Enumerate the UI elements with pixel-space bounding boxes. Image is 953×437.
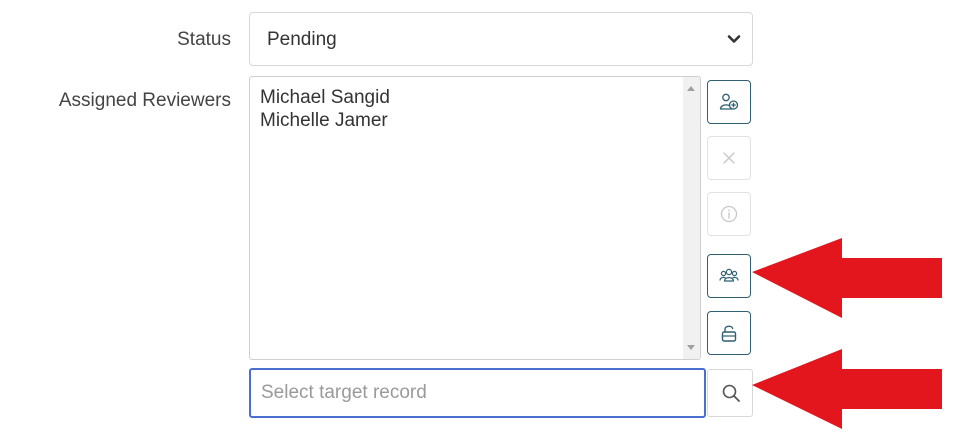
remove-reviewer-button[interactable] bbox=[707, 136, 751, 180]
reviewers-listbox[interactable]: Michael Sangid Michelle Jamer bbox=[249, 76, 701, 360]
target-record-search-input[interactable] bbox=[249, 368, 706, 418]
scroll-down-arrow-icon[interactable] bbox=[687, 345, 695, 350]
assigned-reviewers-label: Assigned Reviewers bbox=[58, 90, 231, 111]
annotation-arrow-icon bbox=[752, 238, 942, 318]
reviewer-option[interactable]: Michelle Jamer bbox=[260, 110, 388, 132]
annotation-arrow-icon bbox=[752, 349, 942, 429]
assign-group-button[interactable] bbox=[707, 254, 751, 298]
close-icon bbox=[723, 152, 735, 164]
status-label: Status bbox=[177, 29, 231, 50]
info-icon bbox=[720, 205, 738, 223]
status-select[interactable]: Pending bbox=[249, 12, 753, 66]
unlock-button[interactable] bbox=[707, 311, 751, 355]
unlock-icon bbox=[721, 325, 737, 342]
add-reviewer-button[interactable] bbox=[707, 80, 751, 124]
users-group-icon bbox=[719, 268, 739, 282]
user-plus-icon bbox=[719, 93, 739, 110]
reviewer-option[interactable]: Michael Sangid bbox=[260, 87, 390, 109]
search-button[interactable] bbox=[707, 369, 753, 417]
listbox-scrollbar[interactable] bbox=[683, 77, 700, 359]
status-select-value: Pending bbox=[267, 29, 337, 50]
chevron-down-icon bbox=[727, 35, 741, 43]
scroll-up-arrow-icon[interactable] bbox=[687, 86, 695, 91]
search-icon bbox=[722, 384, 740, 402]
reviewer-info-button[interactable] bbox=[707, 192, 751, 236]
